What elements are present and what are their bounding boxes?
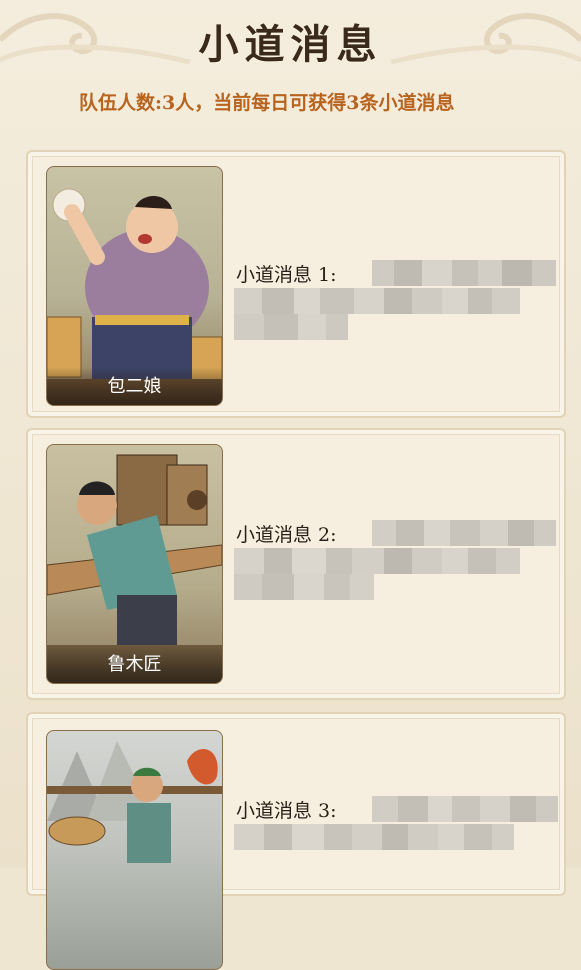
tidbit-label: 小道消息 1:	[236, 264, 337, 286]
redacted-message-text	[372, 260, 556, 286]
tidbit-label: 小道消息 2:	[236, 524, 337, 546]
tidbit-card-2[interactable]: 鲁木匠 小道消息 2:	[26, 428, 566, 700]
npc-portrait: 鲁木匠	[46, 444, 223, 684]
redacted-message-text	[234, 824, 514, 850]
redacted-message-text	[372, 796, 558, 822]
redacted-message-text	[234, 288, 520, 314]
team-info-text: 队伍人数:3人，当前每日可获得3条小道消息	[79, 92, 455, 114]
redacted-message-text	[234, 574, 374, 600]
portrait-illustration	[47, 741, 222, 863]
npc-name-label: 鲁木匠	[47, 645, 222, 683]
npc-portrait	[46, 730, 223, 970]
redacted-message-text	[372, 520, 556, 546]
tidbit-card-1[interactable]: 包二娘 小道消息 1:	[26, 150, 566, 418]
redacted-message-text	[234, 314, 348, 340]
redacted-message-text	[234, 548, 520, 574]
tidbit-card-3[interactable]: 小道消息 3:	[26, 712, 566, 970]
tidbit-label: 小道消息 3:	[236, 800, 337, 822]
tidbits-panel: 小道消息 队伍人数:3人，当前每日可获得3条小道消息 包二娘 小道消息 1: 鲁…	[0, 0, 581, 970]
npc-name-label: 包二娘	[47, 367, 222, 405]
page-title: 小道消息	[198, 21, 383, 68]
npc-portrait: 包二娘	[46, 166, 223, 406]
